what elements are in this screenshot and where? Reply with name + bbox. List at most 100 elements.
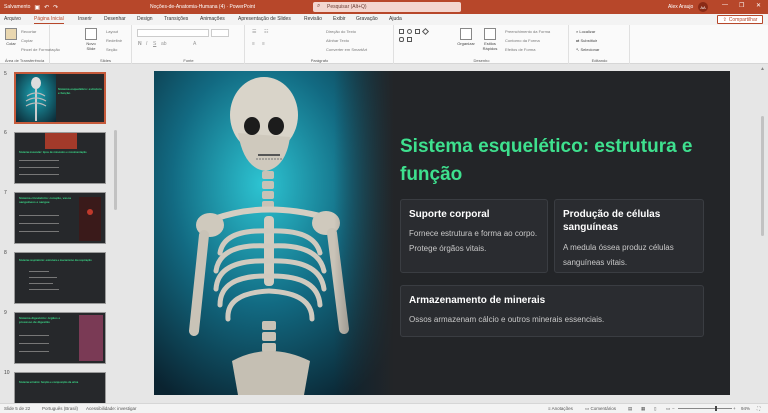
share-icon: ⇪ xyxy=(722,16,727,23)
numbering-icon[interactable]: ☷ xyxy=(264,29,268,35)
strikethrough-icon[interactable]: ab xyxy=(161,41,167,47)
tab-inserir[interactable]: Inserir xyxy=(78,16,92,22)
bullets-icon[interactable]: ☰ xyxy=(252,29,256,35)
accessibility-checker[interactable]: Acessibilidade: investigar xyxy=(86,406,137,411)
align-text-button[interactable]: Alinhar Texto xyxy=(326,38,349,43)
italic-icon[interactable]: I xyxy=(146,41,147,47)
reset-button[interactable]: Redefinir xyxy=(106,38,122,43)
bold-icon[interactable]: N xyxy=(138,41,142,47)
thumbnail-line xyxy=(29,283,53,284)
copy-button[interactable]: Copiar xyxy=(21,38,33,43)
shape-outline-button[interactable]: Contorno da Forma xyxy=(505,38,540,43)
zoom-level[interactable]: 94% xyxy=(741,406,750,411)
thumbnail-number: 5 xyxy=(4,71,7,77)
tab-pagina-inicial[interactable]: Página Inicial xyxy=(34,16,64,24)
close-button[interactable]: ✕ xyxy=(756,2,761,9)
shape-effects-button[interactable]: Efeitos de Forma xyxy=(505,47,535,52)
current-slide[interactable]: Sistema esquelético: estrutura e função … xyxy=(154,71,730,395)
select-label: Selecionar xyxy=(580,47,600,52)
align-center-icon[interactable]: ≡ xyxy=(262,41,265,47)
thumbnail-line xyxy=(19,335,49,336)
section-button[interactable]: Seção xyxy=(106,47,117,52)
format-painter-button[interactable]: Pincel de Formatação xyxy=(21,47,60,52)
textbox-shape-icon[interactable] xyxy=(415,29,420,34)
quick-styles-button[interactable]: Estilos Rápidos xyxy=(479,28,501,51)
slideshow-icon[interactable]: ▭ xyxy=(666,406,670,412)
slide-thumbnail[interactable]: Sistema digestório: órgãos e processo de… xyxy=(14,312,106,364)
zoom-out-icon[interactable]: − xyxy=(672,406,675,411)
shape-fill-button[interactable]: Preenchimento da Forma xyxy=(505,29,550,34)
cut-button[interactable]: Recortar xyxy=(21,29,36,34)
diamond-shape-icon[interactable] xyxy=(421,27,430,36)
comments-button[interactable]: ▭ Comentários xyxy=(585,406,616,412)
rounded-rect-shape-icon[interactable] xyxy=(399,37,404,42)
redo-icon[interactable]: ↷ xyxy=(53,4,58,11)
paste-button[interactable]: Colar xyxy=(3,28,19,46)
tab-desenhar[interactable]: Desenhar xyxy=(104,16,126,22)
font-size-select[interactable] xyxy=(211,29,229,37)
tab-revisao[interactable]: Revisão xyxy=(304,16,322,22)
slide-thumbnail[interactable]: Sistema respiratório: estrutura e mecani… xyxy=(14,252,106,304)
font-family-select[interactable] xyxy=(137,29,209,37)
slide-thumbnail[interactable]: Sistema urinário: função e composição da… xyxy=(14,372,106,403)
arrow-shape-icon[interactable] xyxy=(407,37,412,42)
feature-card[interactable]: Produção de células sanguíneas A medula … xyxy=(554,199,704,273)
feature-card[interactable]: Suporte corporal Fornece estrutura e for… xyxy=(400,199,548,273)
tab-exibir[interactable]: Exibir xyxy=(333,16,346,22)
replace-button[interactable]: ⇄ Substituir xyxy=(576,38,597,43)
zoom-in-icon[interactable]: + xyxy=(733,406,736,411)
reading-view-icon[interactable]: ▯ xyxy=(654,406,656,412)
font-color-icon[interactable]: A xyxy=(193,41,196,47)
card-body: Fornece estrutura e forma ao corpo. Prot… xyxy=(409,229,538,253)
find-button[interactable]: ⌕ Localizar xyxy=(576,29,595,34)
tab-animacoes[interactable]: Animações xyxy=(200,16,225,22)
thumbnail-line xyxy=(29,277,57,278)
oval-shape-icon[interactable] xyxy=(407,29,412,34)
arrange-button[interactable]: Organizar xyxy=(455,28,477,46)
select-button[interactable]: ↖ Selecionar xyxy=(576,47,599,52)
tab-transicoes[interactable]: Transições xyxy=(164,16,188,22)
ribbon: Colar Recortar Copiar Pincel de Formataç… xyxy=(0,25,768,64)
tab-ajuda[interactable]: Ajuda xyxy=(389,16,402,22)
card-body: A medula óssea produz células sanguíneas… xyxy=(563,243,674,267)
zoom-slider[interactable] xyxy=(678,408,732,409)
search-box[interactable]: ⌕ Pesquisar (Alt+Q) xyxy=(313,2,461,12)
slide-thumbnail-pane[interactable]: 5 Sistema esquelético: estrutura e funçã… xyxy=(0,64,120,403)
zoom-slider-knob[interactable] xyxy=(715,406,717,411)
tab-apresentacao[interactable]: Apresentação de Slides xyxy=(238,16,291,22)
save-icon[interactable]: ▣ xyxy=(34,4,40,11)
rectangle-shape-icon[interactable] xyxy=(399,29,404,34)
scrollbar-thumb[interactable] xyxy=(114,130,117,210)
scrollbar-thumb[interactable] xyxy=(761,116,764,236)
slide-thumbnail[interactable]: Sistema muscular: tipos de músculos e mo… xyxy=(14,132,106,184)
scroll-up-icon[interactable]: ▲ xyxy=(760,66,765,72)
user-name[interactable]: Alex Araujo xyxy=(668,4,693,10)
slide-title[interactable]: Sistema esquelético: estrutura e função xyxy=(400,133,700,189)
slide-scrollbar[interactable]: ▲ xyxy=(759,66,766,401)
language-indicator[interactable]: Português (Brasil) xyxy=(42,406,78,411)
feature-card[interactable]: Armazenamento de minerais Ossos armazena… xyxy=(400,285,704,337)
slide-thumbnail[interactable]: Sistema circulatório: coração, vasos san… xyxy=(14,192,106,244)
smartart-button[interactable]: Converter em SmartArt xyxy=(326,47,367,52)
share-button[interactable]: ⇪ Compartilhar xyxy=(717,15,763,24)
thumbnail-scrollbar[interactable] xyxy=(113,66,118,401)
align-left-icon[interactable]: ≡ xyxy=(252,41,255,47)
undo-icon[interactable]: ↶ xyxy=(44,4,49,11)
layout-button[interactable]: Layout xyxy=(106,29,118,34)
minimize-button[interactable]: — xyxy=(722,2,728,8)
restore-button[interactable]: ❐ xyxy=(739,2,744,9)
new-slide-button[interactable]: Novo Slide xyxy=(83,28,99,51)
tab-design[interactable]: Design xyxy=(137,16,153,22)
tab-gravacao[interactable]: Gravação xyxy=(356,16,378,22)
slide-sorter-icon[interactable]: ▦ xyxy=(641,406,645,412)
underline-icon[interactable]: S xyxy=(153,41,156,47)
fit-to-window-icon[interactable]: ⛶ xyxy=(757,406,760,411)
tab-arquivo[interactable]: Arquivo xyxy=(4,16,21,22)
normal-view-icon[interactable]: ▤ xyxy=(628,406,632,412)
avatar[interactable]: AA xyxy=(698,2,708,12)
text-direction-button[interactable]: Direção do Texto xyxy=(326,29,356,34)
autosave-toggle[interactable]: Salvamento xyxy=(4,4,30,10)
arrange-icon xyxy=(460,28,472,40)
notes-button[interactable]: ≡ Anotações xyxy=(548,406,573,411)
slide-thumbnail[interactable]: Sistema esquelético: estrutura e função xyxy=(14,72,106,124)
